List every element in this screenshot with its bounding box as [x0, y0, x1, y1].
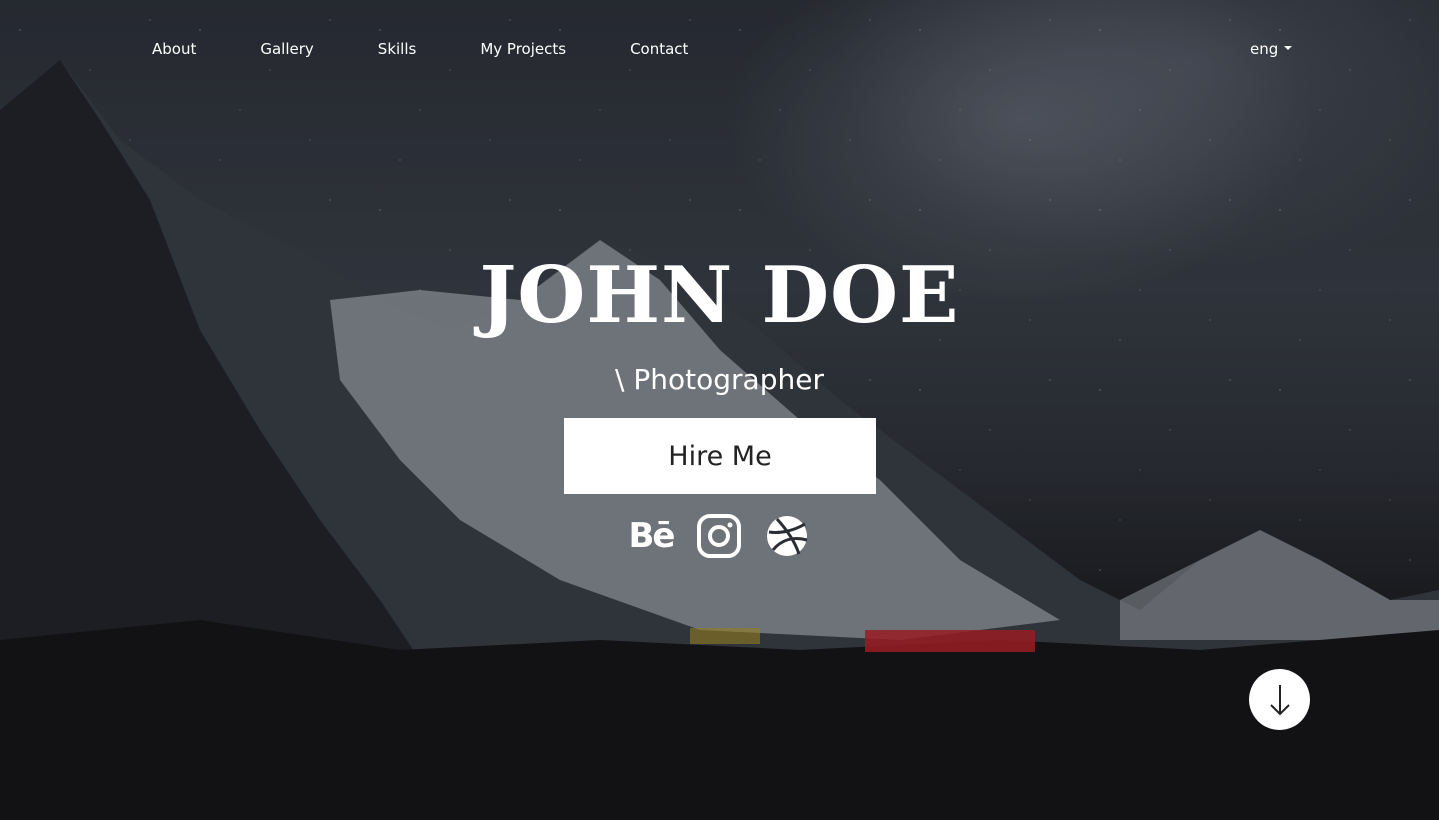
- arrow-down-icon: [1269, 684, 1290, 715]
- dark-overlay: [0, 0, 1439, 820]
- main-nav: About Gallery Skills My Projects Contact: [152, 38, 688, 60]
- nav-contact[interactable]: Contact: [630, 38, 688, 60]
- scroll-down-button[interactable]: [1249, 669, 1310, 730]
- social-links: Bē: [628, 514, 810, 558]
- dribbble-icon[interactable]: [764, 514, 810, 558]
- nav-my-projects[interactable]: My Projects: [480, 38, 566, 60]
- hero-role: \ Photographer: [615, 363, 824, 396]
- behance-icon[interactable]: Bē: [628, 514, 676, 558]
- language-label: eng: [1250, 40, 1279, 58]
- nav-about[interactable]: About: [152, 38, 196, 60]
- hero-name: JOHN DOE: [479, 250, 960, 341]
- nav-gallery[interactable]: Gallery: [260, 38, 313, 60]
- hire-me-button[interactable]: Hire Me: [564, 418, 876, 494]
- nav-skills[interactable]: Skills: [378, 38, 417, 60]
- hero-background: [0, 0, 1439, 820]
- language-dropdown[interactable]: eng: [1250, 38, 1293, 60]
- caret-down-icon: [1284, 46, 1293, 50]
- instagram-icon[interactable]: [696, 514, 742, 558]
